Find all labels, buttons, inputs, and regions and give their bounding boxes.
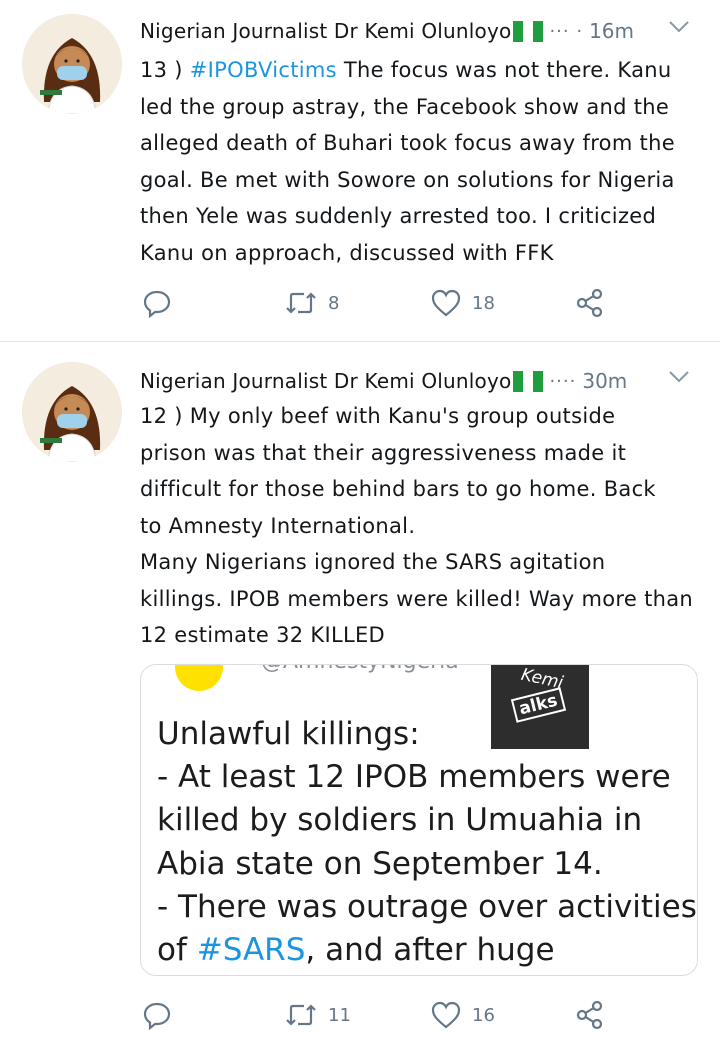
text-line: led the group astray, the Facebook show … [140,94,670,119]
tweet-actions: 8 18 [140,286,720,320]
media-line: of #SARS, and after huge pressure [157,929,697,975]
reply-button[interactable] [142,286,172,320]
text-line: killings. IPOB members were killed! Way … [140,586,693,611]
share-icon [576,288,603,318]
ellipsis: ···· [549,370,577,392]
tweet-header: Nigerian Journalist Dr Kemi Olunloyo ···… [140,14,720,48]
like-count: 18 [472,292,495,314]
like-button[interactable]: 16 [430,998,495,1032]
amnesty-logo [175,665,223,691]
media-line: - At least 12 IPOB members were [157,759,671,796]
tweet-text: 13 ) #IPOBVictims The focus was not ther… [140,52,706,271]
like-count: 16 [472,1004,495,1026]
avatar[interactable] [22,362,122,462]
chevron-down-icon[interactable] [668,20,690,34]
text-line: goal. Be met with Sowore on solutions fo… [140,167,675,192]
text-line: 13 ) #IPOBVictims The focus was not ther… [140,52,706,89]
tweet-actions: 11 16 [140,998,720,1032]
retweet-icon [286,292,316,314]
share-button[interactable] [574,286,606,320]
tweet-text: 12 ) My only beef with Kanu's group outs… [140,398,706,654]
retweet-count: 11 [328,1004,351,1026]
nigeria-flag-icon [513,20,544,42]
retweet-icon [286,1004,316,1026]
like-button[interactable]: 18 [430,286,495,320]
nigeria-flag-icon [513,370,544,392]
text-line: Kanu on approach, discussed with FFK [140,240,554,265]
reply-icon [143,1002,171,1030]
author-name[interactable]: Nigerian Journalist Dr Kemi Olunloyo [140,369,511,393]
media-hashtag: #SARS [196,932,306,969]
share-icon [576,1000,603,1030]
media-fragment: of [157,932,197,969]
timestamp[interactable]: 16m [589,19,634,43]
text-line: 12 ) My only beef with Kanu's group outs… [140,404,616,428]
media-image[interactable]: @AmnestyNigeria Kemi alks Unlawful killi… [140,664,698,976]
text-line: 12 estimate 32 KILLED [140,623,385,647]
tweet-header: Nigerian Journalist Dr Kemi Olunloyo ···… [140,364,720,398]
text-line: prison was that their aggressiveness mad… [140,440,627,465]
like-icon [431,1001,461,1029]
media-line: - There was outrage over activities [157,888,697,925]
ellipsis: ··· · [549,20,584,42]
like-icon [431,289,461,317]
retweet-button[interactable]: 8 [284,286,339,320]
text-line: Many Nigerians ignored the SARS agitatio… [140,550,606,574]
avatar[interactable] [22,14,122,114]
text-fragment: 13 ) [140,58,190,82]
share-button[interactable] [574,998,606,1032]
text-line: then Yele was suddenly arrested too. I c… [140,204,657,228]
tweet[interactable]: Nigerian Journalist Dr Kemi Olunloyo ···… [0,0,720,342]
retweet-button[interactable]: 11 [284,998,351,1032]
author-name[interactable]: Nigerian Journalist Dr Kemi Olunloyo [140,19,511,43]
media-handle: @AmnestyNigeria [261,665,459,674]
chevron-down-icon[interactable] [668,370,690,384]
hashtag-link[interactable]: #IPOBVictims [190,58,337,82]
text-line: alleged death of Buhari took focus away … [140,131,675,155]
media-line: Unlawful killings: [157,716,420,752]
retweet-count: 8 [328,292,340,314]
reply-icon [143,290,171,318]
media-text: Unlawful killings: - At least 12 IPOB me… [157,713,697,975]
media-line: killed by soldiers in Umuahia in [157,802,643,839]
text-line: difficult for those behind bars to go ho… [140,477,656,501]
tweet[interactable]: Nigerian Journalist Dr Kemi Olunloyo ···… [0,342,720,1046]
timestamp[interactable]: 30m [582,369,627,393]
text-line: to Amnesty International. [140,513,416,538]
reply-button[interactable] [142,998,172,1032]
text-fragment: The focus was not there. Kanu [336,58,672,82]
media-line: Abia state on September 14. [157,845,603,882]
